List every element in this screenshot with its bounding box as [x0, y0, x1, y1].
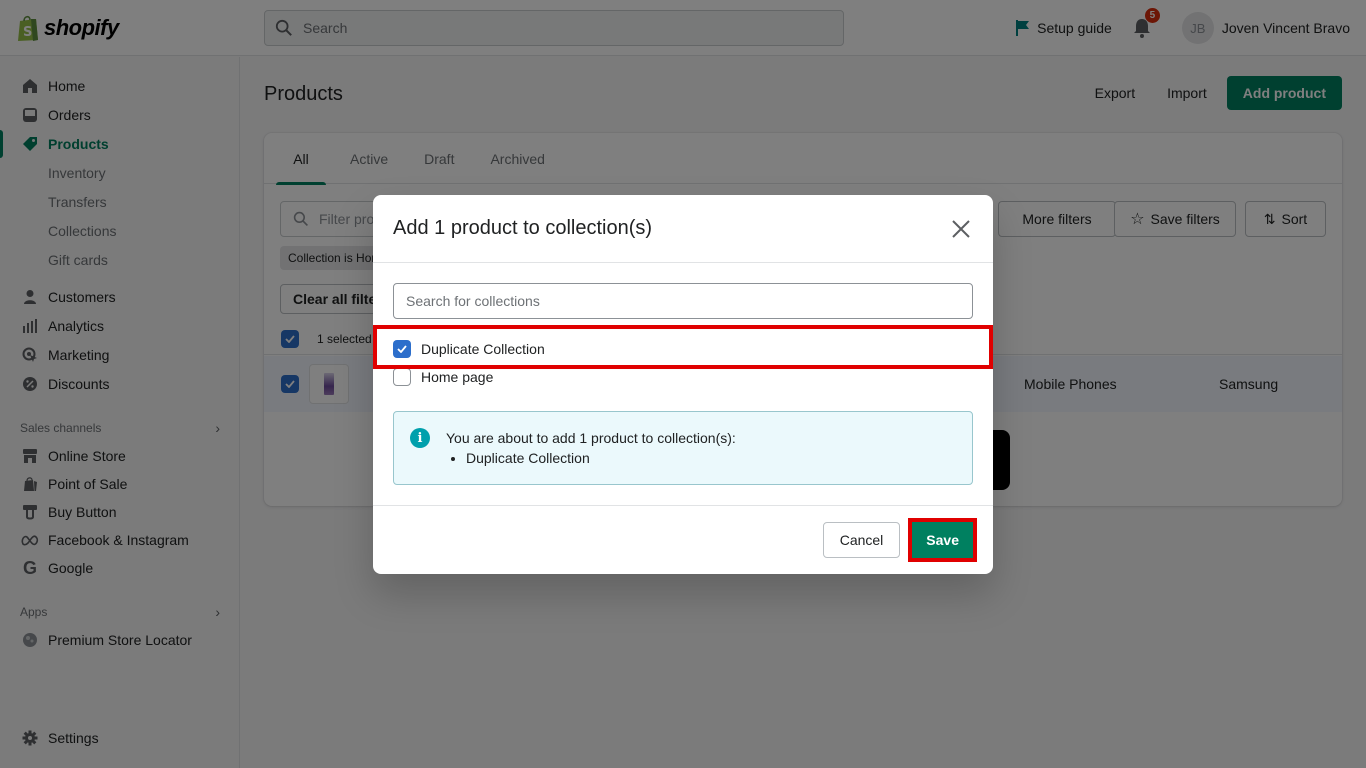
collection-option-duplicate[interactable]: Duplicate Collection [393, 337, 545, 361]
info-banner: i You are about to add 1 product to coll… [393, 411, 973, 485]
checkbox-unchecked[interactable] [393, 368, 411, 386]
modal-title: Add 1 product to collection(s) [393, 217, 653, 239]
collection-option-home-page[interactable]: Home page [393, 365, 493, 389]
checkbox-checked[interactable] [393, 340, 411, 358]
banner-list: Duplicate Collection [446, 448, 956, 468]
save-annotation-highlight: Save [908, 518, 977, 562]
banner-list-item: Duplicate Collection [466, 448, 956, 468]
add-to-collection-modal: Add 1 product to collection(s) Duplicate… [373, 195, 993, 574]
save-button[interactable]: Save [912, 522, 973, 558]
close-icon [952, 219, 970, 238]
info-icon: i [410, 428, 430, 448]
close-button[interactable] [949, 217, 973, 241]
option-label: Duplicate Collection [421, 341, 545, 357]
banner-text: You are about to add 1 product to collec… [446, 430, 736, 446]
collection-search-input[interactable] [393, 283, 973, 319]
cancel-button[interactable]: Cancel [822, 522, 901, 558]
option-label: Home page [421, 369, 494, 385]
